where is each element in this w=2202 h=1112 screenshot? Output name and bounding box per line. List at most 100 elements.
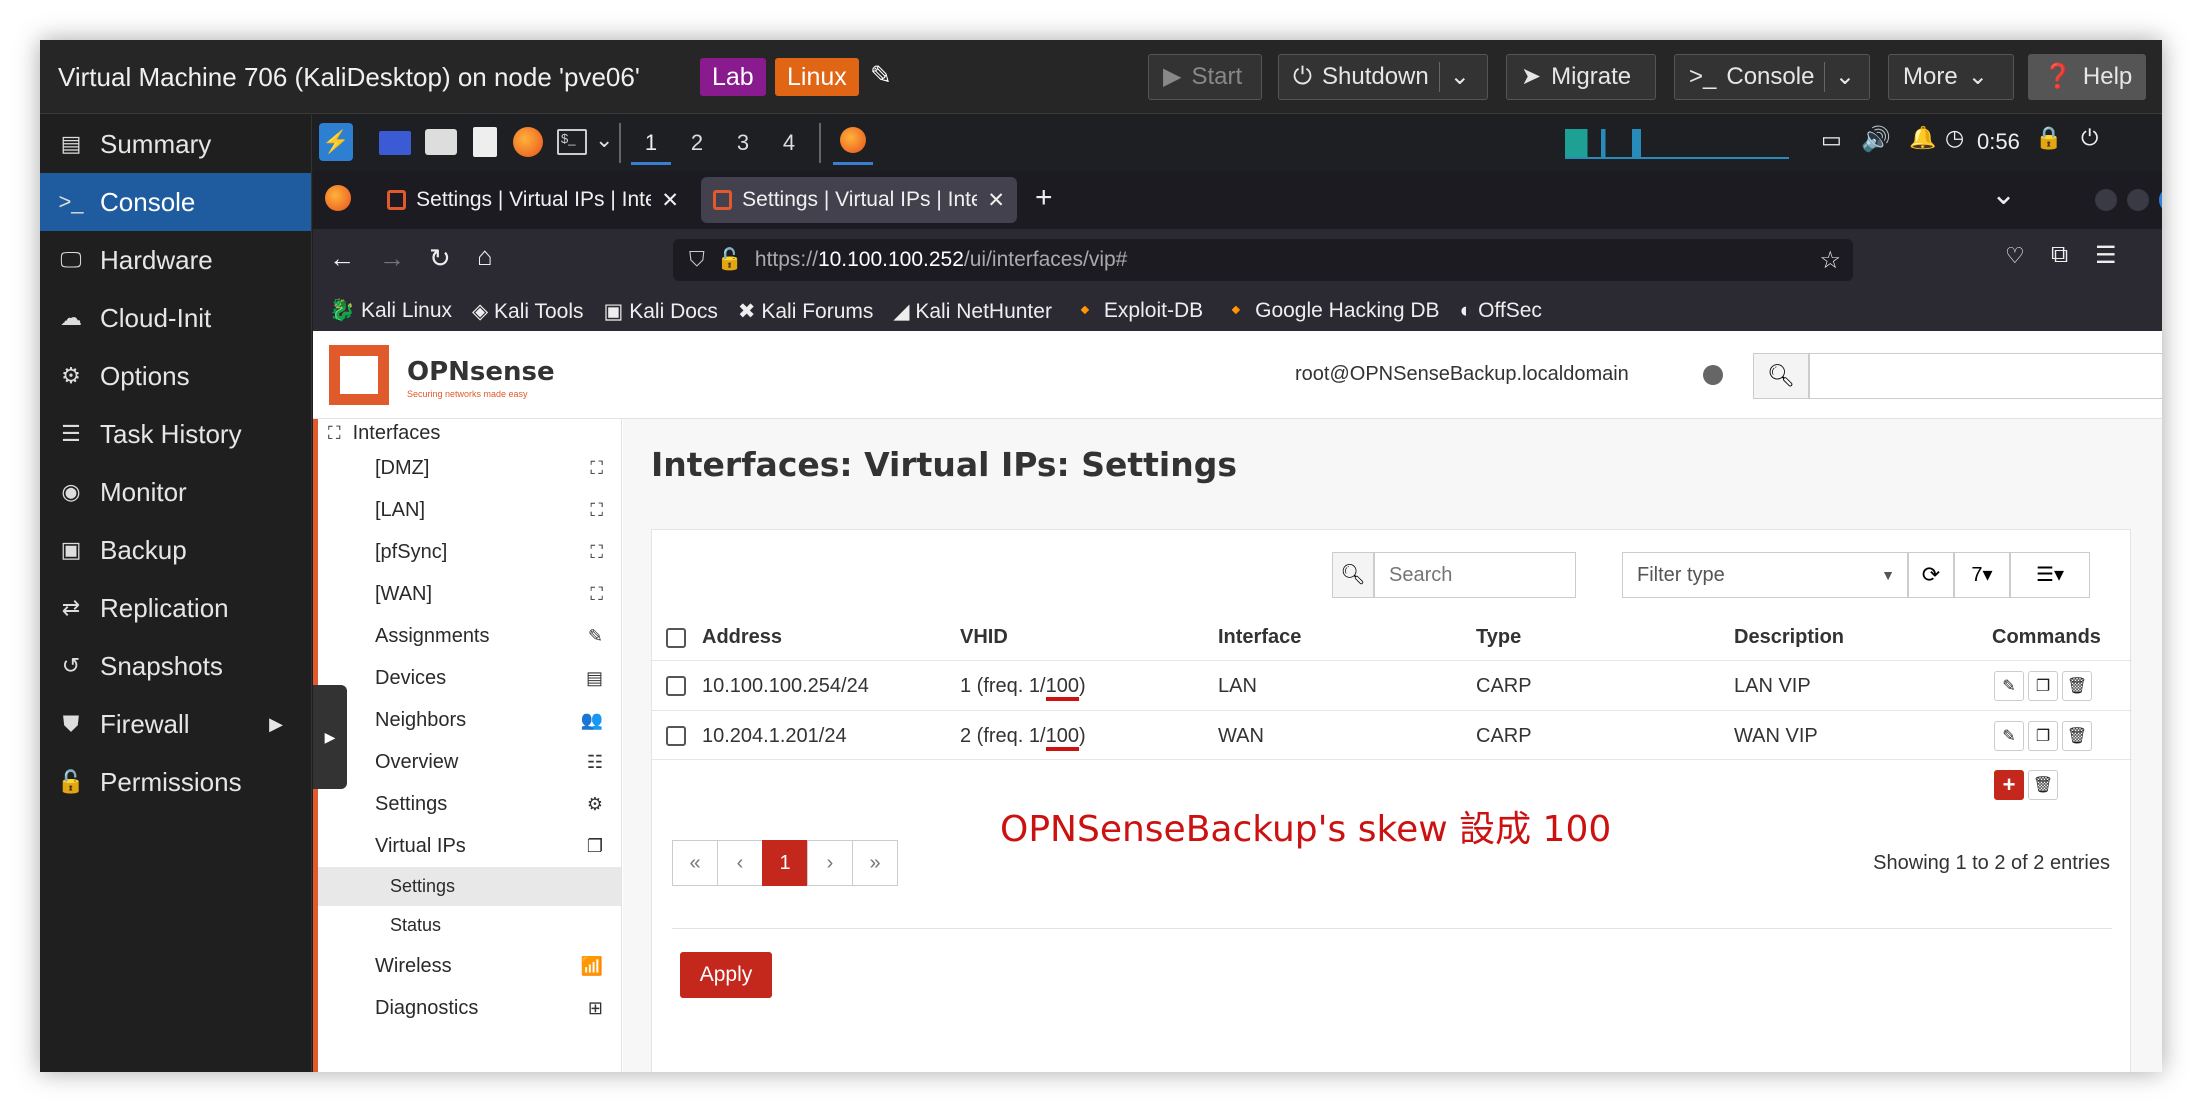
nav-task-history[interactable]: ☰ Task History [40, 405, 311, 463]
sidebar-item-dmz[interactable]: [DMZ] ⛶ [318, 447, 621, 489]
page-last-button[interactable]: » [852, 840, 898, 886]
apply-button[interactable]: Apply [680, 952, 772, 998]
minimize-icon[interactable] [2095, 189, 2117, 211]
workspace-1[interactable]: 1 [631, 123, 671, 165]
page-next-button[interactable]: › [807, 840, 853, 886]
text-editor-icon[interactable] [473, 127, 497, 157]
row-checkbox[interactable] [666, 676, 686, 696]
nav-permissions[interactable]: 🔓 Permissions [40, 753, 311, 811]
table-row[interactable]: 10.204.1.201/24 2 (freq. 1/100) WAN CARP… [652, 710, 2132, 760]
workspace-2[interactable]: 2 [677, 123, 717, 163]
column-vhid[interactable]: VHID [960, 626, 1008, 649]
bookmark-kali-docs[interactable]: ▣ Kali Docs [604, 299, 718, 324]
page-first-button[interactable]: « [672, 840, 718, 886]
firefox-task-icon[interactable] [833, 121, 873, 165]
edit-pencil-icon[interactable]: ✎ [1994, 671, 2024, 701]
chevron-down-icon[interactable]: ⌄ [1450, 55, 1470, 99]
kali-menu-icon[interactable]: ⚡ [319, 123, 353, 161]
rows-per-page-dropdown[interactable]: 7▾ [1954, 552, 2010, 598]
url-bar[interactable]: ⛉ 🔓 https://10.100.100.252/ui/interfaces… [673, 239, 1853, 281]
page-prev-button[interactable]: ‹ [717, 840, 763, 886]
clone-icon[interactable]: ❐ [2028, 721, 2058, 751]
volume-icon[interactable]: 🔊 [1861, 125, 1891, 154]
extensions-icon[interactable]: ⧉ [2051, 241, 2068, 269]
global-search-button[interactable]: 🔍︎ [1753, 353, 1809, 399]
columns-dropdown[interactable]: ☰▾ [2010, 552, 2090, 598]
bookmark-exploit-db[interactable]: 🔸 Exploit-DB [1072, 299, 1203, 323]
select-all-checkbox[interactable] [666, 628, 686, 648]
column-address[interactable]: Address [702, 626, 782, 649]
more-button[interactable]: More ⌄ [1888, 54, 2014, 100]
list-tabs-chevron-icon[interactable]: ⌄ [1991, 177, 2016, 212]
nav-snapshots[interactable]: ↺ Snapshots [40, 637, 311, 695]
grid-search-input[interactable] [1374, 552, 1576, 598]
chevron-down-icon[interactable]: ⌄ [595, 127, 613, 153]
column-description[interactable]: Description [1734, 626, 1844, 649]
edit-tags-pencil-icon[interactable]: ✎ [870, 60, 892, 91]
column-type[interactable]: Type [1476, 626, 1521, 649]
window-icon[interactable]: ▭ [1821, 127, 1842, 153]
page-1-button[interactable]: 1 [762, 840, 808, 886]
folder-icon[interactable] [425, 129, 457, 155]
close-tab-icon[interactable]: ✕ [987, 188, 1005, 213]
filter-type-select[interactable]: Filter type ▼ [1622, 552, 1908, 598]
grid-search-button[interactable]: 🔍︎ [1332, 552, 1374, 598]
trash-icon[interactable]: 🗑 [2062, 671, 2092, 701]
logout-icon[interactable]: ⏻ [2081, 125, 2098, 151]
bookmark-kali-linux[interactable]: 🐉 Kali Linux [329, 299, 452, 323]
chevron-down-icon[interactable]: ⌄ [1835, 55, 1855, 99]
browser-tab-2-active[interactable]: Settings | Virtual IPs | Inte ✕ [701, 177, 1017, 223]
lock-warning-icon[interactable]: 🔓 [717, 248, 743, 272]
row-checkbox[interactable] [666, 726, 686, 746]
nav-monitor[interactable]: ◉ Monitor [40, 463, 311, 521]
opnsense-logo[interactable]: OPNsense Securing networks made easy [329, 345, 569, 405]
table-row[interactable]: 10.100.100.254/24 1 (freq. 1/100) LAN CA… [652, 660, 2132, 710]
home-icon[interactable]: ⌂ [477, 241, 493, 272]
nav-hardware[interactable]: 🖵 Hardware [40, 231, 311, 289]
nav-options[interactable]: ⚙ Options [40, 347, 311, 405]
nav-console[interactable]: >_ Console [40, 173, 311, 231]
pocket-icon[interactable]: ♡ [2005, 243, 2025, 269]
firefox-view-icon[interactable] [325, 185, 351, 211]
sidebar-item-assignments[interactable]: Assignments ✎ [318, 615, 621, 657]
sidebar-item-lan[interactable]: [LAN] ⛶ [318, 489, 621, 531]
clock-time[interactable]: 0:56 [1977, 129, 2020, 155]
nav-cloud-init[interactable]: ☁ Cloud-Init [40, 289, 311, 347]
close-tab-icon[interactable]: ✕ [661, 188, 679, 213]
help-button[interactable]: ❓ Help [2028, 54, 2146, 100]
workspace-3[interactable]: 3 [723, 123, 763, 163]
star-bookmark-icon[interactable]: ☆ [1819, 246, 1841, 275]
shutdown-button[interactable]: ⏻ Shutdown ⌄ [1278, 54, 1488, 100]
nav-summary[interactable]: ▤ Summary [40, 115, 311, 173]
close-window-icon[interactable]: ✕ [2159, 187, 2162, 213]
nav-replication[interactable]: ⇄ Replication [40, 579, 311, 637]
clone-icon[interactable]: ❐ [2028, 671, 2058, 701]
sidebar-item-overview[interactable]: Overview ☷ [318, 741, 621, 783]
sidebar-item-diagnostics[interactable]: Diagnostics ⊞ [318, 987, 621, 1029]
bookmark-google-hacking-db[interactable]: 🔸 Google Hacking DB [1223, 299, 1439, 323]
bookmark-kali-tools[interactable]: ◈ Kali Tools [472, 299, 583, 324]
column-interface[interactable]: Interface [1218, 626, 1301, 649]
firefox-icon[interactable] [513, 127, 543, 157]
logged-in-user[interactable]: root@OPNSenseBackup.localdomain [1295, 363, 1629, 386]
start-button[interactable]: ▶ Start [1148, 54, 1262, 100]
bookmark-kali-nethunter[interactable]: ◢ Kali NetHunter [893, 299, 1052, 324]
sidebar-subitem-settings[interactable]: Settings [318, 867, 621, 906]
sidebar-subitem-status[interactable]: Status [318, 906, 621, 945]
browser-tab-1[interactable]: Settings | Virtual IPs | Inte ✕ [375, 177, 691, 223]
nav-backup[interactable]: ▣ Backup [40, 521, 311, 579]
refresh-button[interactable]: ⟳ [1908, 552, 1954, 598]
migrate-button[interactable]: ➤ Migrate [1506, 54, 1656, 100]
trash-icon[interactable]: 🗑 [2062, 721, 2092, 751]
sidebar-item-wireless[interactable]: Wireless 📶 [318, 945, 621, 987]
console-button[interactable]: >_ Console ⌄ [1674, 54, 1870, 100]
lock-icon[interactable]: 🔒 [2035, 125, 2062, 151]
nav-firewall[interactable]: ⛊ Firewall ▶ [40, 695, 311, 753]
edit-pencil-icon[interactable]: ✎ [1994, 721, 2024, 751]
sidebar-item-settings[interactable]: Settings ⚙ [318, 783, 621, 825]
vm-console[interactable]: ⚡ $_ ⌄ 1 2 3 4 ▭ 🔊 🔔 ◷ 0:56 🔒 ⏻ Settings… [313, 115, 2162, 1072]
reload-icon[interactable]: ↻ [429, 243, 451, 274]
new-tab-icon[interactable]: + [1035, 181, 1053, 215]
workspace-4[interactable]: 4 [769, 123, 809, 163]
add-plus-icon[interactable]: + [1994, 770, 2024, 800]
